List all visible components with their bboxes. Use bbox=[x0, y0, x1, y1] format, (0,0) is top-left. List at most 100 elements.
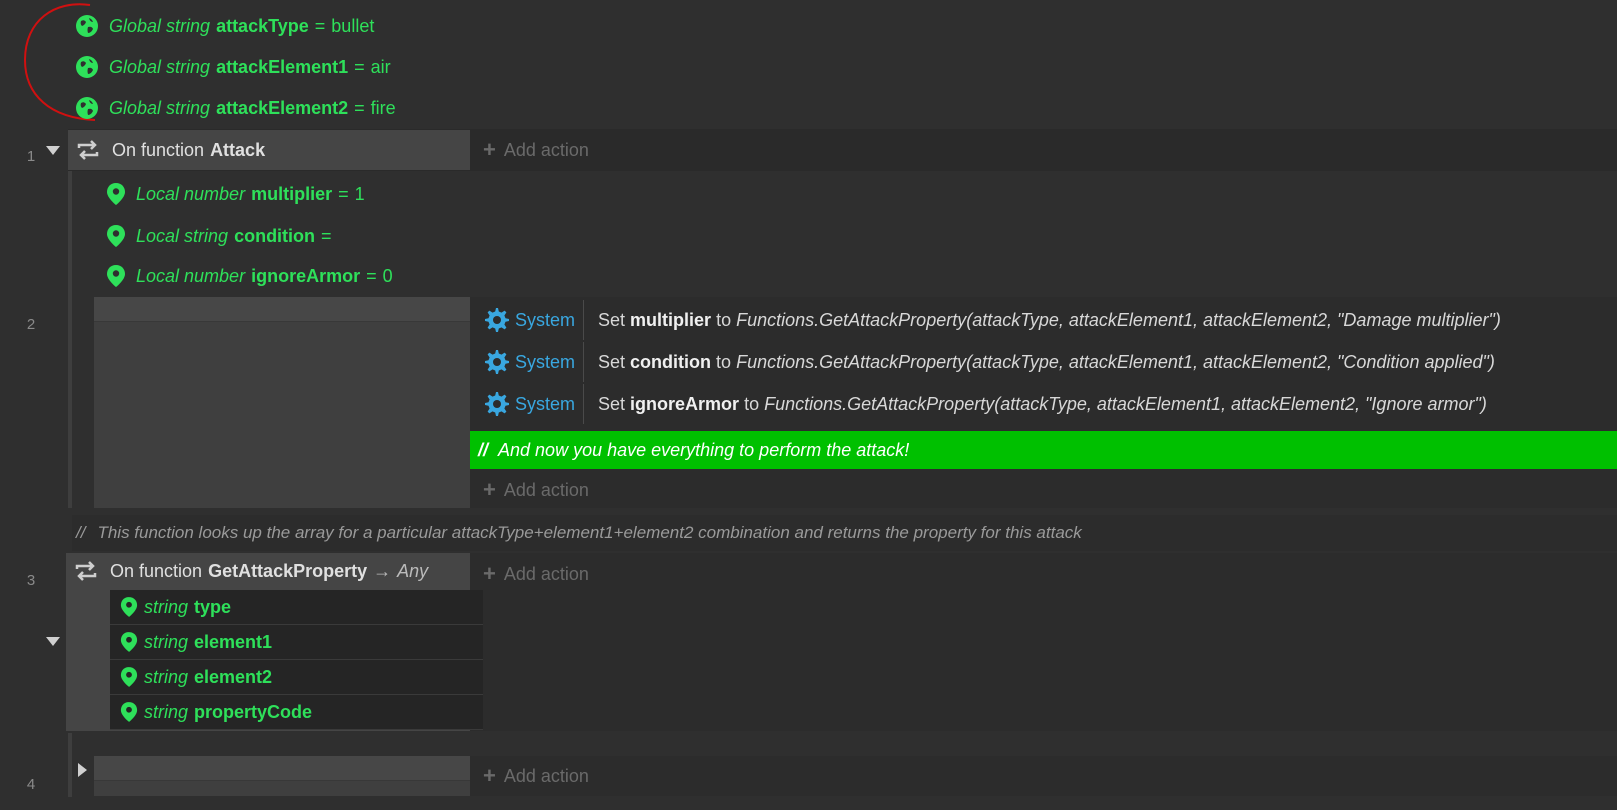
action-expression: Functions.GetAttackProperty(attackType, … bbox=[736, 351, 1495, 372]
loop-arrows-icon bbox=[75, 561, 97, 581]
nesting-bar bbox=[68, 171, 72, 508]
param-type: string bbox=[144, 666, 189, 687]
param-type: string bbox=[144, 631, 189, 652]
action-verb: Set bbox=[598, 309, 626, 330]
var-scope: Global string bbox=[109, 97, 211, 118]
param-name: type bbox=[194, 596, 232, 617]
comment-green[interactable]: // And now you have everything to perfor… bbox=[470, 431, 1617, 469]
plus-icon: + bbox=[483, 763, 496, 788]
function-condition-attack[interactable]: On function Attack bbox=[68, 130, 470, 170]
action-set-ignoreArmor[interactable]: System Set ignoreArmor to Functions.GetA… bbox=[483, 384, 1487, 424]
var-value: fire bbox=[370, 97, 396, 118]
location-pin-icon bbox=[120, 702, 138, 722]
var-equals: = bbox=[321, 225, 332, 246]
var-value: bullet bbox=[331, 15, 375, 36]
gear-icon bbox=[485, 392, 509, 416]
nesting-bar bbox=[68, 733, 72, 797]
var-equals: = bbox=[338, 183, 349, 204]
var-name: ignoreArmor bbox=[251, 265, 361, 286]
return-type: Any bbox=[397, 560, 429, 581]
function-name: GetAttackProperty bbox=[208, 560, 368, 581]
action-to: to bbox=[716, 351, 732, 372]
gear-icon bbox=[485, 308, 509, 332]
function-param-element1[interactable]: string element1 bbox=[110, 625, 483, 660]
function-param-type[interactable]: string type bbox=[110, 590, 483, 625]
var-value: 0 bbox=[382, 265, 393, 286]
function-condition-getattackproperty[interactable]: On function GetAttackProperty → Any bbox=[66, 554, 470, 588]
add-action-button[interactable]: + Add action bbox=[483, 756, 589, 796]
condition-header-strip bbox=[94, 756, 470, 781]
param-name: element2 bbox=[194, 666, 273, 687]
comment-text: And now you have everything to perform t… bbox=[498, 439, 910, 460]
empty-condition-block[interactable] bbox=[94, 297, 470, 508]
var-scope: Global string bbox=[109, 15, 211, 36]
var-scope: Local string bbox=[136, 225, 229, 246]
local-var-condition[interactable]: Local string condition = bbox=[106, 221, 338, 251]
var-equals: = bbox=[354, 97, 365, 118]
var-scope: Local number bbox=[136, 265, 246, 286]
line-number: 4 bbox=[26, 776, 36, 793]
action-set-multiplier[interactable]: System Set multiplier to Functions.GetAt… bbox=[483, 300, 1501, 340]
action-set-condition[interactable]: System Set condition to Functions.GetAtt… bbox=[483, 342, 1495, 382]
comment-text: This function looks up the array for a p… bbox=[97, 523, 1082, 542]
add-action-button[interactable]: + Add action bbox=[483, 554, 589, 594]
location-pin-icon bbox=[120, 632, 138, 652]
globe-icon bbox=[76, 56, 98, 78]
local-var-ignoreArmor[interactable]: Local number ignoreArmor = 0 bbox=[106, 261, 393, 291]
param-name: element1 bbox=[194, 631, 273, 652]
line-number: 3 bbox=[26, 572, 36, 589]
action-object-name: System bbox=[515, 309, 576, 330]
var-name: attackType bbox=[216, 15, 309, 36]
action-verb: Set bbox=[598, 351, 626, 372]
column-divider bbox=[583, 342, 584, 382]
collapse-toggle[interactable] bbox=[46, 637, 60, 646]
function-param-element2[interactable]: string element2 bbox=[110, 660, 483, 695]
location-pin-icon bbox=[107, 265, 125, 287]
expand-toggle[interactable] bbox=[78, 763, 87, 777]
loop-arrows-icon bbox=[77, 140, 99, 160]
global-var-attackElement2[interactable]: Global string attackElement2 = fire bbox=[75, 93, 396, 123]
line-number: 2 bbox=[26, 316, 36, 333]
function-prefix: On function bbox=[110, 560, 203, 581]
global-var-attackType[interactable]: Global string attackType = bullet bbox=[75, 11, 374, 41]
var-name: condition bbox=[234, 225, 316, 246]
plus-icon: + bbox=[483, 561, 496, 586]
local-var-multiplier[interactable]: Local number multiplier = 1 bbox=[106, 179, 365, 209]
return-arrow: → bbox=[373, 560, 392, 581]
condition-header-strip bbox=[94, 297, 470, 322]
line-number: 1 bbox=[26, 148, 36, 165]
action-variable: multiplier bbox=[630, 309, 712, 330]
comment-plain[interactable]: // This function looks up the array for … bbox=[72, 515, 1617, 551]
function-prefix: On function bbox=[112, 139, 205, 160]
var-value: air bbox=[370, 56, 391, 77]
function-name: Attack bbox=[210, 139, 266, 160]
gear-icon bbox=[485, 350, 509, 374]
location-pin-icon bbox=[107, 225, 125, 247]
comment-slashes: // bbox=[478, 439, 489, 460]
param-type: string bbox=[144, 596, 189, 617]
action-variable: ignoreArmor bbox=[630, 393, 740, 414]
action-object-name: System bbox=[515, 351, 576, 372]
action-variable: condition bbox=[630, 351, 712, 372]
column-divider bbox=[583, 384, 584, 424]
var-equals: = bbox=[354, 56, 365, 77]
function-param-propertyCode[interactable]: string propertyCode bbox=[110, 695, 483, 730]
action-expression: Functions.GetAttackProperty(attackType, … bbox=[764, 393, 1487, 414]
var-scope: Global string bbox=[109, 56, 211, 77]
location-pin-icon bbox=[120, 667, 138, 687]
location-pin-icon bbox=[107, 183, 125, 205]
globe-icon bbox=[76, 97, 98, 119]
action-verb: Set bbox=[598, 393, 626, 414]
var-name: attackElement1 bbox=[216, 56, 349, 77]
var-name: multiplier bbox=[251, 183, 333, 204]
add-action-button[interactable]: + Add action bbox=[483, 472, 589, 508]
global-var-attackElement1[interactable]: Global string attackElement1 = air bbox=[75, 52, 391, 82]
add-action-button[interactable]: + Add action bbox=[483, 130, 589, 170]
action-to: to bbox=[744, 393, 760, 414]
collapse-toggle[interactable] bbox=[46, 146, 60, 155]
column-divider bbox=[583, 300, 584, 340]
var-equals: = bbox=[366, 265, 377, 286]
add-action-label: Add action bbox=[503, 765, 589, 786]
comment-slashes: // bbox=[76, 523, 86, 542]
action-expression: Functions.GetAttackProperty(attackType, … bbox=[736, 309, 1501, 330]
